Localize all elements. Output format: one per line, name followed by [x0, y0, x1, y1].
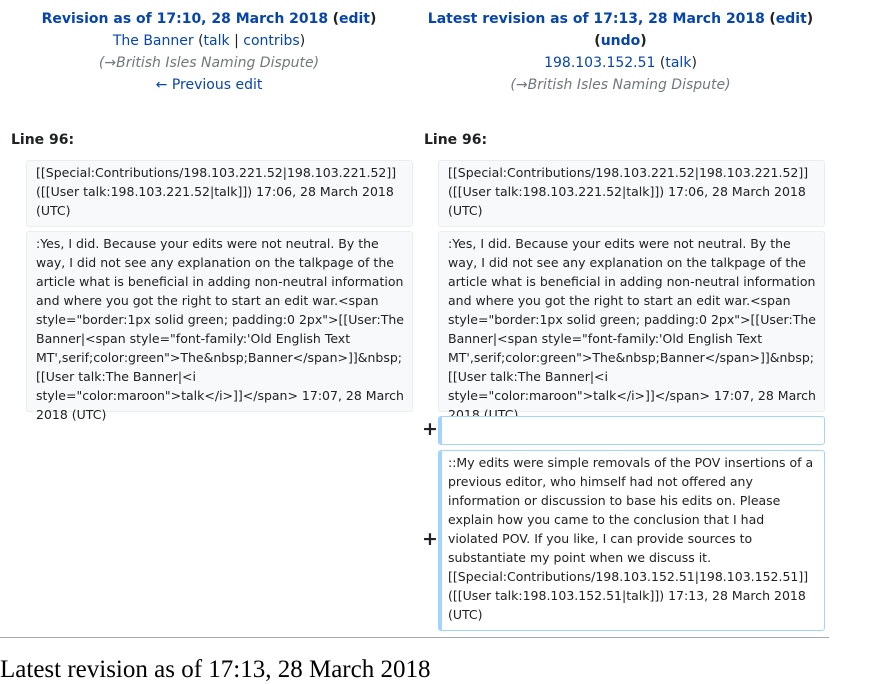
right-edit-link[interactable]: edit	[776, 11, 807, 27]
left-revision-title-row: Revision as of 17:10, 28 March 2018 (edi…	[0, 8, 418, 30]
paren-close: )	[370, 11, 377, 27]
added-marker-2: +	[422, 528, 438, 550]
added-line: ::My edits were simple removals of the P…	[438, 450, 825, 631]
diff-divider	[0, 637, 829, 638]
left-user-row: The Banner (talk | contribs)	[112, 33, 306, 49]
left-line-number: Line 96:	[11, 132, 75, 148]
undo-link[interactable]: undo	[601, 33, 641, 49]
left-edit-summary: (→British Isles Naming Dispute)	[98, 55, 320, 71]
left-sep: |	[234, 33, 239, 49]
right-context-line-1: [[Special:Contributions/198.103.221.52|1…	[438, 160, 825, 227]
right-revision-title-link[interactable]: Latest revision as of 17:13, 28 March 20…	[428, 11, 765, 27]
right-line-number: Line 96:	[424, 132, 488, 148]
right-summary-text: British Isles Naming Dispute	[527, 77, 726, 93]
right-talk-link[interactable]: talk	[665, 55, 691, 71]
left-context-line-2: :Yes, I did. Because your edits were not…	[26, 231, 413, 422]
left-edit-link[interactable]: edit	[339, 11, 370, 27]
right-context-line-2: :Yes, I did. Because your edits were not…	[438, 231, 825, 422]
right-user-link[interactable]: 198.103.152.51	[544, 55, 655, 71]
page-revision-heading: Latest revision as of 17:13, 28 March 20…	[0, 656, 431, 683]
previous-edit-link[interactable]: ← Previous edit	[156, 77, 263, 93]
right-revision-header: Latest revision as of 17:13, 28 March 20…	[415, 8, 826, 96]
left-revision-header: Revision as of 17:10, 28 March 2018 (edi…	[0, 8, 418, 96]
right-summary-arrow-link[interactable]: →	[516, 77, 528, 93]
right-revision-title-row: Latest revision as of 17:13, 28 March 20…	[415, 8, 826, 30]
left-summary-arrow-link[interactable]: →	[104, 55, 116, 71]
right-edit-summary: (→British Isles Naming Dispute)	[510, 77, 731, 93]
paren-close: )	[806, 11, 814, 27]
left-context-line-1: [[Special:Contributions/198.103.221.52|1…	[26, 160, 413, 227]
added-empty-line	[438, 416, 825, 445]
right-user-row: 198.103.152.51 (talk)	[544, 55, 697, 71]
left-summary-text: British Isles Naming Dispute	[116, 55, 314, 71]
paren-close: )	[640, 33, 647, 49]
left-revision-title-link[interactable]: Revision as of 17:10, 28 March 2018	[42, 11, 329, 27]
left-contribs-link[interactable]: contribs	[243, 33, 299, 49]
added-marker-1: +	[422, 418, 438, 440]
left-talk-link[interactable]: talk	[204, 33, 230, 49]
undo-row: (undo)	[415, 30, 826, 52]
left-user-link[interactable]: The Banner	[113, 33, 194, 49]
